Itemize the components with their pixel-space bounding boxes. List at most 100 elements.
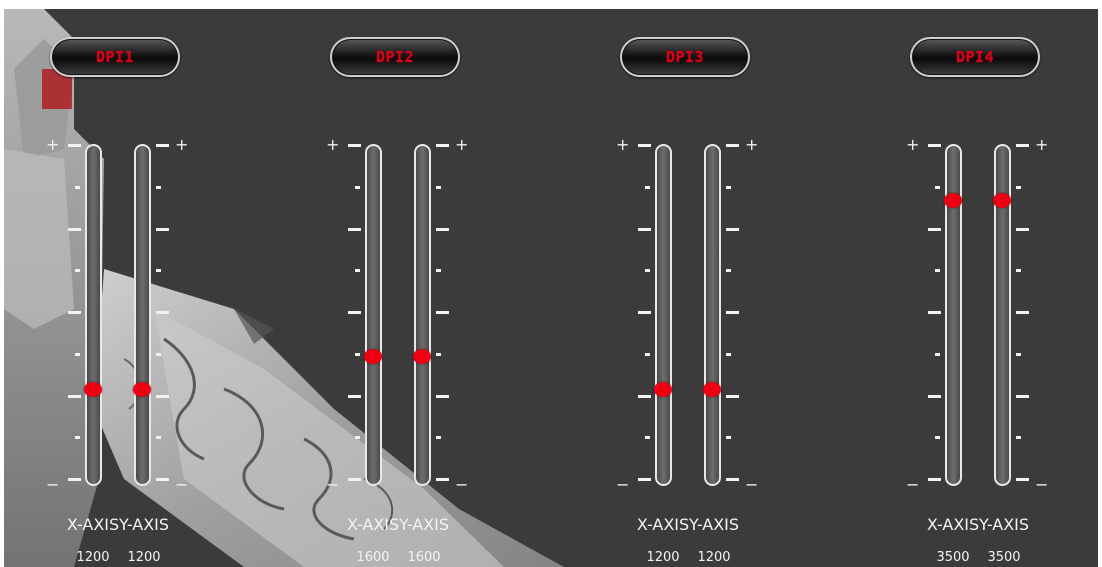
y-axis-plus-sign: + [745, 135, 759, 154]
x-axis-tick [348, 478, 361, 481]
y-axis-tick [726, 269, 731, 273]
x-axis-tick [68, 311, 81, 314]
x-axis-tick [935, 436, 940, 440]
y-axis-slider-track[interactable] [414, 144, 431, 486]
y-axis-tick [726, 185, 731, 189]
y-axis-tick [436, 227, 449, 231]
x-axis-slider-track[interactable] [85, 144, 102, 486]
x-axis-minus-sign: − [46, 475, 60, 494]
y-axis-tick [436, 144, 449, 147]
x-axis-tick [68, 144, 81, 147]
y-axis-slider-knob[interactable] [413, 349, 431, 365]
y-axis-tick [726, 352, 731, 356]
x-axis-tick [355, 352, 360, 356]
x-axis-tick [75, 185, 80, 189]
y-axis-value: 1200 [697, 550, 731, 565]
y-axis-plus-sign: + [175, 135, 189, 154]
y-axis-tick [436, 394, 449, 398]
y-axis-tick [1016, 269, 1021, 273]
x-axis-tick [645, 269, 650, 273]
x-axis-slider-knob[interactable] [944, 193, 962, 209]
y-axis-tick [726, 436, 731, 440]
x-axis-tick [75, 352, 80, 356]
y-axis-tick [436, 185, 441, 189]
y-axis-tick [156, 478, 169, 481]
x-axis-slider-track[interactable] [365, 144, 382, 486]
y-axis-tick [1016, 227, 1029, 231]
y-axis-tick [726, 227, 739, 231]
y-axis-tick [726, 478, 739, 481]
x-axis-tick [638, 478, 651, 481]
y-axis-tick [726, 394, 739, 398]
y-axis-label: Y-AXIS [688, 515, 740, 534]
x-axis-tick [68, 227, 81, 231]
y-axis-minus-sign: − [1035, 475, 1049, 494]
y-axis-minus-sign: − [175, 475, 189, 494]
dpi2-button[interactable]: DPI2 [330, 37, 460, 77]
y-axis-tick [436, 311, 449, 314]
y-axis-tick [156, 352, 161, 356]
x-axis-tick [935, 185, 940, 189]
y-axis-slider-track[interactable] [134, 144, 151, 486]
y-axis-label: Y-AXIS [978, 515, 1030, 534]
y-axis-tick [1016, 436, 1021, 440]
y-axis-label: Y-AXIS [398, 515, 450, 534]
dpi4-button[interactable]: DPI4 [910, 37, 1040, 77]
x-axis-tick [75, 436, 80, 440]
y-axis-tick [1016, 185, 1021, 189]
x-axis-tick [935, 352, 940, 356]
x-axis-tick [928, 227, 941, 231]
y-axis-tick [1016, 394, 1029, 398]
x-axis-tick [355, 185, 360, 189]
dpi-group-4: DPI4 + − + − X-AXIS Y-AXIS 3500 3500 [906, 9, 1098, 567]
y-axis-slider-track[interactable] [704, 144, 721, 486]
x-axis-tick [75, 269, 80, 273]
x-axis-tick [645, 436, 650, 440]
x-axis-tick [348, 144, 361, 147]
x-axis-tick [355, 269, 360, 273]
y-axis-tick [156, 436, 161, 440]
x-axis-minus-sign: − [326, 475, 340, 494]
y-axis-tick [1016, 144, 1029, 147]
y-axis-tick [436, 352, 441, 356]
y-axis-tick [156, 227, 169, 231]
y-axis-tick [1016, 352, 1021, 356]
y-axis-tick [156, 185, 161, 189]
x-axis-tick [638, 394, 651, 398]
y-axis-tick [156, 269, 161, 273]
x-axis-tick [638, 311, 651, 314]
x-axis-tick [348, 311, 361, 314]
y-axis-tick [156, 394, 169, 398]
x-axis-slider-track[interactable] [655, 144, 672, 486]
x-axis-tick [645, 352, 650, 356]
dpi1-button[interactable]: DPI1 [50, 37, 180, 77]
x-axis-slider-knob[interactable] [364, 349, 382, 365]
dpi-settings-panel: DPI1 + − + − X-AXIS Y-AXIS 1200 1200 DPI2 + − + − X-AX… [4, 9, 1098, 567]
x-axis-tick [928, 478, 941, 481]
y-axis-slider-knob[interactable] [133, 381, 151, 397]
y-axis-label: Y-AXIS [118, 515, 170, 534]
x-axis-tick [68, 394, 81, 398]
dpi-group-1: DPI1 + − + − X-AXIS Y-AXIS 1200 1200 [46, 9, 250, 567]
y-axis-tick [156, 311, 169, 314]
x-axis-plus-sign: + [46, 135, 60, 154]
x-axis-tick [355, 436, 360, 440]
y-axis-tick [726, 144, 739, 147]
y-axis-tick [436, 436, 441, 440]
y-axis-tick [436, 478, 449, 481]
x-axis-tick [68, 478, 81, 481]
y-axis-minus-sign: − [455, 475, 469, 494]
x-axis-slider-knob[interactable] [84, 381, 102, 397]
dpi3-button[interactable]: DPI3 [620, 37, 750, 77]
y-axis-plus-sign: + [1035, 135, 1049, 154]
y-axis-tick [1016, 311, 1029, 314]
y-axis-slider-knob[interactable] [703, 381, 721, 397]
x-axis-tick [935, 269, 940, 273]
x-axis-tick [638, 227, 651, 231]
y-axis-tick [436, 269, 441, 273]
y-axis-slider-knob[interactable] [993, 193, 1011, 209]
dpi-group-2: DPI2 + − + − X-AXIS Y-AXIS 1600 1600 [326, 9, 530, 567]
x-axis-slider-knob[interactable] [654, 381, 672, 397]
y-axis-tick [156, 144, 169, 147]
y-axis-tick [1016, 478, 1029, 481]
